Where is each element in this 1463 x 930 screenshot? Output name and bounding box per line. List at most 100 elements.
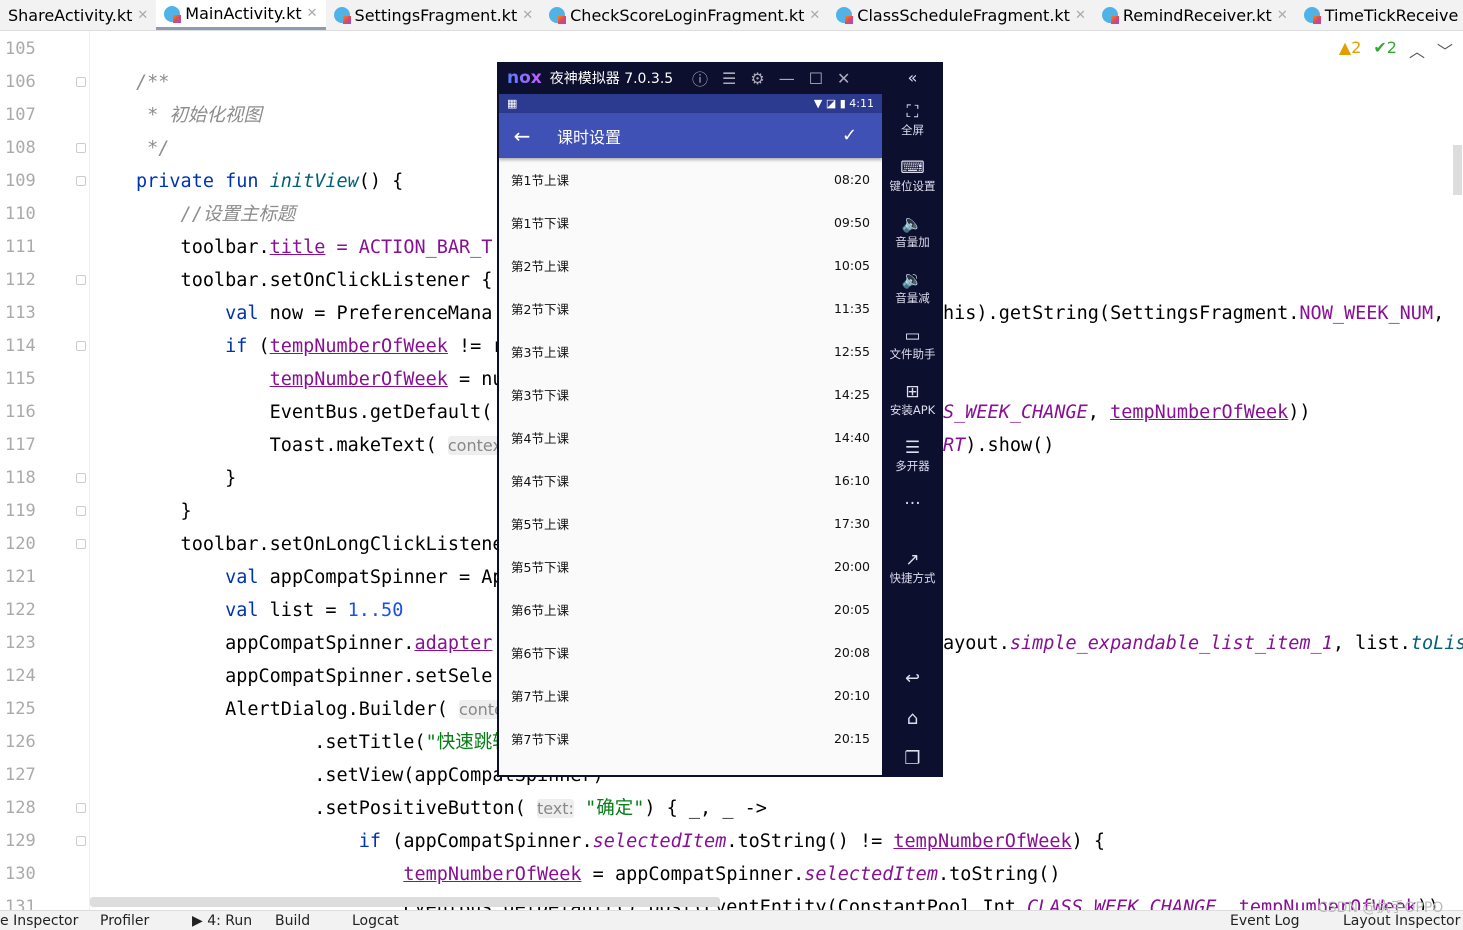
lesson-time-row[interactable]: 第6节下课 20:08 — [499, 631, 882, 674]
tool-4[interactable]: Logcat — [352, 913, 399, 929]
maximize-icon[interactable]: ☐ — [809, 69, 823, 88]
sidebar-multi[interactable]: ☰ 多开器 — [882, 438, 943, 474]
code-text-right: his).getString(SettingsFragment.NOW_WEEK… — [943, 297, 1444, 330]
fold-marker-icon[interactable] — [76, 176, 86, 186]
code-token: toolbar.setOnLongClickListene — [136, 534, 504, 555]
code-line[interactable]: 130 tempNumberOfWeek = appCompatSpinner.… — [0, 858, 1463, 891]
tool-2[interactable]: ▶ 4: Run — [192, 913, 252, 929]
tab-shareactivity-kt[interactable]: ShareActivity.kt ✕ — [0, 0, 156, 30]
fold-marker-icon[interactable] — [76, 77, 86, 87]
code-token: , list. — [1332, 633, 1411, 654]
vertical-scrollbar[interactable] — [1453, 145, 1462, 195]
warnings-count[interactable]: ▲2 — [1339, 38, 1361, 62]
close-icon[interactable]: ✕ — [837, 69, 850, 88]
code-token: toolbar.setOnClickListener { — [136, 270, 493, 291]
tab-settingsfragment-kt[interactable]: SettingsFragment.kt ✕ — [326, 0, 542, 30]
sidebar-label: 键位设置 — [889, 179, 936, 193]
horizontal-scrollbar[interactable] — [90, 897, 720, 907]
lesson-time: 16:10 — [833, 473, 870, 488]
close-tab-icon[interactable]: ✕ — [137, 8, 148, 23]
close-tab-icon[interactable]: ✕ — [307, 6, 318, 21]
fold-marker-icon[interactable] — [76, 539, 86, 549]
code-token: } — [136, 468, 237, 489]
sidebar-file[interactable]: ▭ 文件助手 — [882, 326, 943, 362]
lesson-time-row[interactable]: 第5节上课 17:30 — [499, 502, 882, 545]
tab-mainactivity-kt[interactable]: MainActivity.kt ✕ — [156, 0, 326, 30]
chevron-down-icon[interactable]: ﹀ — [1437, 38, 1453, 62]
lesson-time-row[interactable]: 第6节上课 20:05 — [499, 588, 882, 631]
code-line[interactable]: 129 if (appCompatSpinner.selectedItem.to… — [0, 825, 1463, 858]
lesson-time-row[interactable]: 第7节上课 20:10 — [499, 674, 882, 717]
sidebar-label: 快捷方式 — [889, 571, 936, 585]
lesson-time-row[interactable]: 第2节下课 11:35 — [499, 287, 882, 330]
lesson-time-row[interactable]: 第1节上课 08:20 — [499, 158, 882, 201]
sidebar-more[interactable]: ··· — [882, 494, 943, 514]
sidebar-volume-up[interactable]: 🔈 音量加 — [882, 214, 943, 250]
sidebar-apk[interactable]: ⊞ 安装APK — [882, 382, 943, 418]
fold-marker-icon[interactable] — [76, 143, 86, 153]
lesson-time-row[interactable]: 第4节下课 16:10 — [499, 459, 882, 502]
tab-checkscoreloginfragment-kt[interactable]: CheckScoreLoginFragment.kt ✕ — [541, 0, 828, 30]
tab-classschedulefragment-kt[interactable]: ClassScheduleFragment.kt ✕ — [828, 0, 1094, 30]
tab-remindreceiver-kt[interactable]: RemindReceiver.kt ✕ — [1094, 0, 1296, 30]
help-icon[interactable]: ⓘ — [692, 66, 708, 90]
sidebar-fullscreen[interactable]: ⛶ 全屏 — [882, 102, 943, 138]
sidebar-shortcut[interactable]: ↗ 快捷方式 — [882, 550, 943, 586]
fold-marker-icon[interactable] — [76, 473, 86, 483]
weak-warnings-count[interactable]: ✔2 — [1373, 38, 1397, 62]
fold-marker-icon[interactable] — [76, 836, 86, 846]
kotlin-file-icon — [1101, 7, 1119, 24]
lesson-time-row[interactable]: 第5节下课 20:00 — [499, 545, 882, 588]
sidebar-keyboard[interactable]: ⌨ 键位设置 — [882, 158, 943, 194]
back-arrow-icon[interactable]: ← — [499, 124, 545, 148]
code-token: ).show() — [965, 435, 1055, 456]
menu-icon[interactable]: ☰ — [722, 69, 736, 88]
close-tab-icon[interactable]: ✕ — [1277, 8, 1288, 23]
inspection-widget[interactable]: ▲2 ✔2 ︿ ﹀ — [1339, 38, 1453, 62]
fold-marker-icon[interactable] — [76, 803, 86, 813]
line-number: 111 — [5, 237, 36, 257]
line-number: 110 — [5, 204, 36, 224]
code-token: .toString() — [937, 864, 1061, 885]
lesson-time-row[interactable]: 第3节下课 14:25 — [499, 373, 882, 416]
lesson-time-row[interactable]: 第3节上课 12:55 — [499, 330, 882, 373]
lesson-time-row[interactable]: 第1节下课 09:50 — [499, 201, 882, 244]
back-icon[interactable]: ↩ — [882, 668, 943, 689]
tool-1[interactable]: Profiler — [100, 913, 149, 929]
lesson-time-row[interactable]: 第4节上课 14:40 — [499, 416, 882, 459]
tool-right[interactable]: Event Log — [1230, 913, 1300, 929]
lesson-name: 第1节上课 — [511, 173, 569, 188]
close-tab-icon[interactable]: ✕ — [809, 8, 820, 23]
code-token: CLASS_WEEK_CHANGE — [1027, 897, 1217, 910]
chevron-up-icon[interactable]: ︿ — [1409, 38, 1425, 62]
tool-3[interactable]: Build — [275, 913, 310, 929]
lesson-time-row[interactable]: 第2节上课 10:05 — [499, 244, 882, 287]
close-tab-icon[interactable]: ✕ — [522, 8, 533, 23]
multi-icon: ☰ — [904, 438, 921, 458]
tab-timetickreceive[interactable]: TimeTickReceive — [1296, 0, 1463, 30]
fold-marker-icon[interactable] — [76, 341, 86, 351]
code-token: 1..50 — [347, 600, 404, 621]
home-icon[interactable]: ⌂ — [882, 708, 943, 729]
code-token: = nu — [447, 369, 504, 390]
fold-marker-icon[interactable] — [76, 506, 86, 516]
code-token: "确定" — [585, 798, 645, 819]
fold-marker-icon[interactable] — [76, 275, 86, 285]
collapse-icon[interactable]: « — [882, 68, 943, 87]
check-icon[interactable]: ✓ — [842, 125, 882, 146]
code-token: , — [1216, 897, 1239, 910]
lesson-time-row[interactable]: 第7节下课 20:15 — [499, 717, 882, 760]
minimize-icon[interactable]: — — [779, 69, 795, 88]
gear-icon[interactable]: ⚙ — [750, 69, 764, 88]
code-token: EventBus.getDefault( — [136, 402, 493, 423]
close-tab-icon[interactable]: ✕ — [1075, 8, 1086, 23]
recents-icon[interactable]: ❐ — [882, 748, 943, 769]
tool-0[interactable]: e Inspector — [0, 913, 78, 929]
code-text: val list = 1..50 — [136, 594, 403, 627]
sidebar-volume-down[interactable]: 🔉 音量减 — [882, 270, 943, 306]
code-line[interactable]: 128 .setPositiveButton( text: "确定") { _,… — [0, 792, 1463, 825]
line-number: 112 — [5, 270, 36, 290]
code-token: */ — [136, 138, 170, 159]
tab-label: RemindReceiver.kt — [1122, 5, 1272, 25]
